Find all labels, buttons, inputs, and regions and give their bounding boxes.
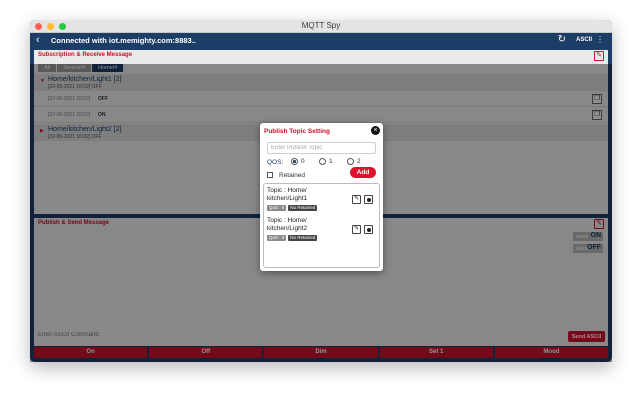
qos-1-radio[interactable]: [319, 158, 326, 165]
window-titlebar: MQTT Spy: [30, 20, 612, 33]
topic-badges: QoS : 0 No Retained: [267, 205, 318, 211]
publish-topic-list: Topic : Home/ kitchen/Light1 QoS : 0 No …: [263, 183, 380, 268]
topic-name: Topic : Home/ kitchen/Light1: [267, 187, 308, 202]
window-title: MQTT Spy: [301, 21, 341, 30]
qos-badge: QoS : 0: [267, 205, 287, 211]
qos-0-radio[interactable]: [291, 158, 298, 165]
topic-card: Topic : Home/ kitchen/Light1 QoS : 0 No …: [267, 187, 377, 214]
dialog-title: Publish Topic Setting: [264, 128, 330, 135]
qos-selector: QOS: 0 1 2: [267, 158, 379, 167]
retained-label: Retained: [279, 172, 306, 179]
qos-label: QOS:: [267, 159, 284, 166]
connection-status: Connected with iot.memighty.com:8883..: [51, 36, 196, 45]
more-vertical-icon[interactable]: ⋮: [596, 35, 604, 44]
edit-subscriptions-icon[interactable]: ✎: [594, 51, 604, 61]
app-bar: ‹ Connected with iot.memighty.com:8883..…: [30, 33, 612, 50]
add-topic-button[interactable]: Add: [350, 167, 376, 178]
edit-topic-icon[interactable]: ✎: [352, 195, 361, 204]
ascii-mode-button[interactable]: ASCII: [576, 37, 592, 43]
retained-badge: No Retained: [288, 205, 318, 211]
publish-topic-input[interactable]: [267, 142, 376, 154]
retained-badge: No Retained: [288, 235, 318, 241]
qos-1-label: 1: [329, 158, 333, 165]
qos-2-radio[interactable]: [347, 158, 354, 165]
qos-0-label: 0: [301, 158, 305, 165]
qos-2-label: 2: [357, 158, 361, 165]
topic-badges: QoS : 0 No Retained: [267, 235, 318, 241]
close-icon[interactable]: ×: [371, 126, 380, 135]
publish-topic-dialog: Publish Topic Setting × QOS: 0 1 2 Retai…: [260, 123, 383, 271]
topic-name: Topic : Home/ kitchen/Light2: [267, 217, 308, 232]
refresh-icon[interactable]: ↻: [558, 34, 566, 45]
delete-topic-icon[interactable]: [364, 195, 373, 204]
subscription-title: Subscription & Receive Message: [38, 52, 133, 58]
edit-topic-icon[interactable]: ✎: [352, 225, 361, 234]
back-arrow-icon[interactable]: ‹: [36, 34, 40, 46]
topic-card: Topic : Home/ kitchen/Light2 QoS : 0 No …: [267, 217, 377, 244]
delete-topic-icon[interactable]: [364, 225, 373, 234]
retained-checkbox[interactable]: [267, 172, 273, 178]
qos-badge: QoS : 0: [267, 235, 287, 241]
